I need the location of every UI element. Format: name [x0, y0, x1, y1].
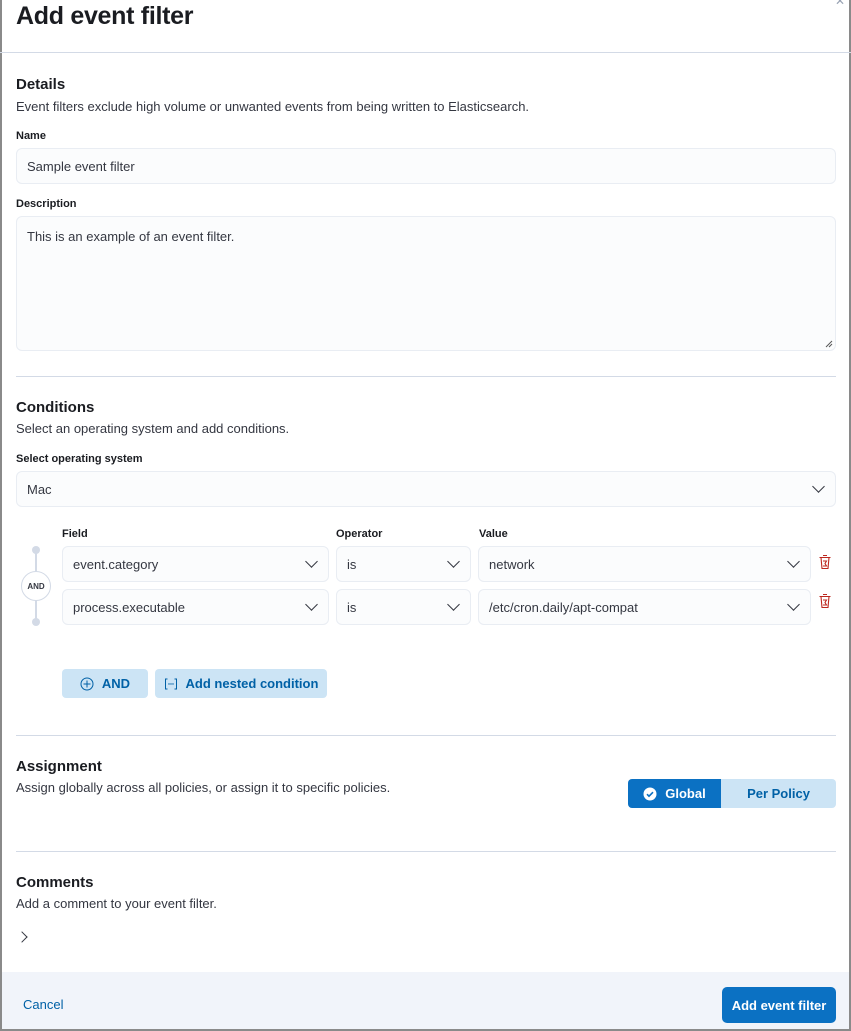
condition-value-value: network: [489, 556, 535, 572]
and-group-badge: AND: [21, 571, 51, 601]
description-label: Description: [16, 198, 77, 210]
comments-description: Add a comment to your event filter.: [16, 896, 217, 911]
flyout-header: Add event filter ✕: [0, 0, 851, 53]
nested-brackets-icon: [164, 678, 177, 689]
per-policy-option-label: Per Policy: [747, 786, 810, 801]
os-label: Select operating system: [16, 453, 143, 465]
condition-value-select[interactable]: network: [478, 546, 811, 582]
condition-operator-select[interactable]: is: [336, 546, 471, 582]
divider: [16, 851, 836, 852]
trash-icon[interactable]: [818, 593, 832, 609]
plus-circle-icon: [80, 677, 94, 690]
name-input[interactable]: Sample event filter: [16, 148, 836, 184]
connector-dot-bottom: [32, 618, 40, 626]
connector-dot-top: [32, 546, 40, 554]
os-select-value: Mac: [27, 481, 52, 497]
details-title: Details: [16, 76, 66, 93]
assignment-title: Assignment: [16, 758, 102, 775]
cancel-button[interactable]: Cancel: [23, 997, 63, 1012]
condition-value-select[interactable]: /etc/cron.daily/apt-compat: [478, 589, 811, 625]
condition-operator-value: is: [347, 556, 357, 572]
flyout-title: Add event filter: [16, 2, 194, 30]
assignment-description: Assign globally across all policies, or …: [16, 780, 391, 795]
global-option-label: Global: [665, 786, 706, 801]
global-option[interactable]: Global: [628, 779, 721, 808]
add-nested-condition-label: Add nested condition: [185, 676, 319, 691]
condition-field-value: process.executable: [73, 599, 186, 615]
assignment-toggle-group: Global Per Policy: [628, 779, 836, 808]
chevron-down-icon: [305, 598, 318, 611]
divider: [16, 376, 836, 377]
chevron-down-icon: [305, 555, 318, 568]
description-textarea-value: This is an example of an event filter.: [27, 229, 235, 244]
field-column-header: Field: [62, 528, 88, 540]
chevron-down-icon: [447, 555, 460, 568]
per-policy-option[interactable]: Per Policy: [721, 779, 836, 808]
resize-handle-icon[interactable]: [825, 340, 833, 348]
os-select[interactable]: Mac: [16, 471, 836, 507]
close-icon[interactable]: ✕: [835, 0, 845, 8]
description-textarea[interactable]: This is an example of an event filter.: [16, 216, 836, 351]
chevron-down-icon: [447, 598, 460, 611]
chevron-down-icon: [787, 598, 800, 611]
add-event-filter-button[interactable]: Add event filter: [722, 987, 836, 1023]
trash-icon[interactable]: [818, 554, 832, 570]
comments-title: Comments: [16, 874, 94, 891]
chevron-down-icon: [812, 480, 825, 493]
operator-column-header: Operator: [336, 528, 383, 540]
chevron-down-icon: [787, 555, 800, 568]
check-circle-icon: [643, 787, 657, 800]
conditions-title: Conditions: [16, 399, 95, 416]
add-and-condition-label: AND: [101, 676, 131, 691]
condition-value-value: /etc/cron.daily/apt-compat: [489, 599, 638, 615]
condition-field-select[interactable]: process.executable: [62, 589, 329, 625]
conditions-description: Select an operating system and add condi…: [16, 421, 290, 436]
name-label: Name: [16, 130, 46, 142]
condition-field-value: event.category: [73, 556, 159, 572]
condition-field-select[interactable]: event.category: [62, 546, 329, 582]
condition-operator-value: is: [347, 599, 357, 615]
divider: [16, 735, 836, 736]
condition-operator-select[interactable]: is: [336, 589, 471, 625]
add-nested-condition-button[interactable]: Add nested condition: [155, 669, 327, 698]
value-column-header: Value: [479, 528, 508, 540]
add-and-condition-button[interactable]: AND: [62, 669, 148, 698]
name-input-value: Sample event filter: [27, 158, 135, 174]
details-description: Event filters exclude high volume or unw…: [16, 99, 530, 114]
